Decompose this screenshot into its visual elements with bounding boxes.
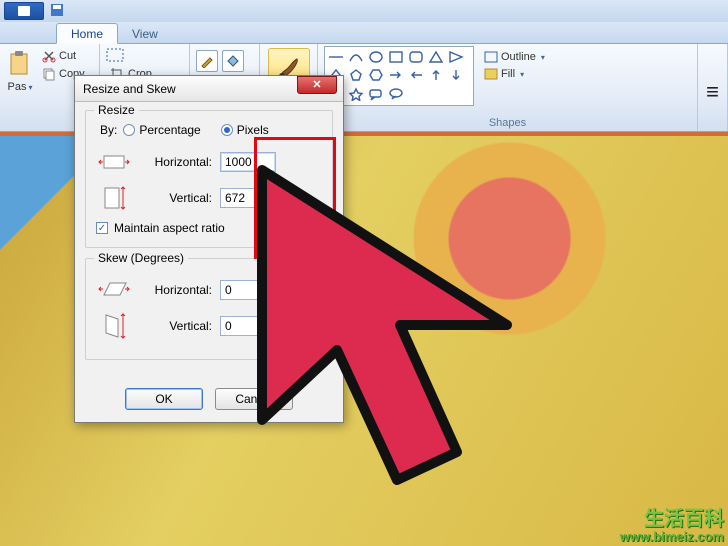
outline-label: Outline (501, 51, 536, 63)
group-shapes: Outline Fill Shapes (318, 44, 698, 131)
resize-vertical-input[interactable] (220, 188, 276, 208)
resize-h-label: Horizontal: (140, 155, 212, 169)
watermark-title: 生活百科 (620, 509, 724, 530)
tab-view[interactable]: View (118, 24, 172, 43)
resize-horizontal-input[interactable] (220, 152, 276, 172)
skew-v-icon (96, 311, 132, 341)
shapes-gallery[interactable] (324, 46, 474, 106)
shapes-group-label: Shapes (318, 117, 697, 129)
skew-vertical-input[interactable] (220, 316, 276, 336)
resize-v-label: Vertical: (140, 191, 212, 205)
select-button[interactable] (106, 48, 183, 64)
resize-legend: Resize (94, 103, 139, 117)
tab-home[interactable]: Home (56, 23, 118, 44)
quick-save-icon[interactable] (50, 3, 64, 20)
fill-label: Fill (501, 68, 515, 80)
maintain-aspect-label: Maintain aspect ratio (114, 221, 225, 235)
dialog-titlebar[interactable]: Resize and Skew ✕ (75, 76, 343, 102)
watermark: 生活百科 www.bimeiz.com (620, 509, 724, 544)
pencil-tool[interactable] (196, 50, 218, 72)
fill-button[interactable]: Fill (480, 67, 549, 81)
paste-button[interactable]: Pas (6, 50, 34, 93)
skew-legend: Skew (Degrees) (94, 251, 188, 265)
skew-horizontal-input[interactable] (220, 280, 276, 300)
maintain-aspect-checkbox[interactable]: ✓ (96, 222, 108, 234)
fill-tool[interactable] (222, 50, 244, 72)
dialog-title: Resize and Skew (83, 82, 176, 96)
cut-label: Cut (59, 50, 76, 62)
cut-button[interactable]: Cut (38, 48, 89, 64)
skew-v-label: Vertical: (140, 319, 212, 333)
ok-button[interactable]: OK (125, 388, 203, 410)
skew-h-icon (96, 275, 132, 305)
size-icon[interactable]: ≡ (706, 79, 719, 105)
paste-label: Pas (6, 81, 34, 93)
resize-fieldset: Resize By: Percentage Pixels Horizontal:… (85, 110, 333, 248)
skew-fieldset: Skew (Degrees) Horizontal: Vertical: (85, 258, 333, 360)
resize-skew-dialog: Resize and Skew ✕ Resize By: Percentage … (74, 75, 344, 423)
cancel-button[interactable]: Cancel (215, 388, 293, 410)
resize-h-icon (96, 147, 132, 177)
percentage-radio[interactable]: Percentage (123, 123, 200, 137)
ribbon-tabs: Home View (0, 22, 728, 44)
by-label: By: (100, 123, 117, 137)
outline-button[interactable]: Outline (480, 50, 549, 64)
skew-h-label: Horizontal: (140, 283, 212, 297)
app-menu-button[interactable] (4, 2, 44, 20)
pixels-radio[interactable]: Pixels (221, 123, 269, 137)
dialog-close-button[interactable]: ✕ (297, 76, 337, 94)
watermark-url: www.bimeiz.com (620, 530, 724, 544)
group-size: ≡ (698, 44, 728, 131)
resize-v-icon (96, 183, 132, 213)
title-bar (0, 0, 728, 22)
